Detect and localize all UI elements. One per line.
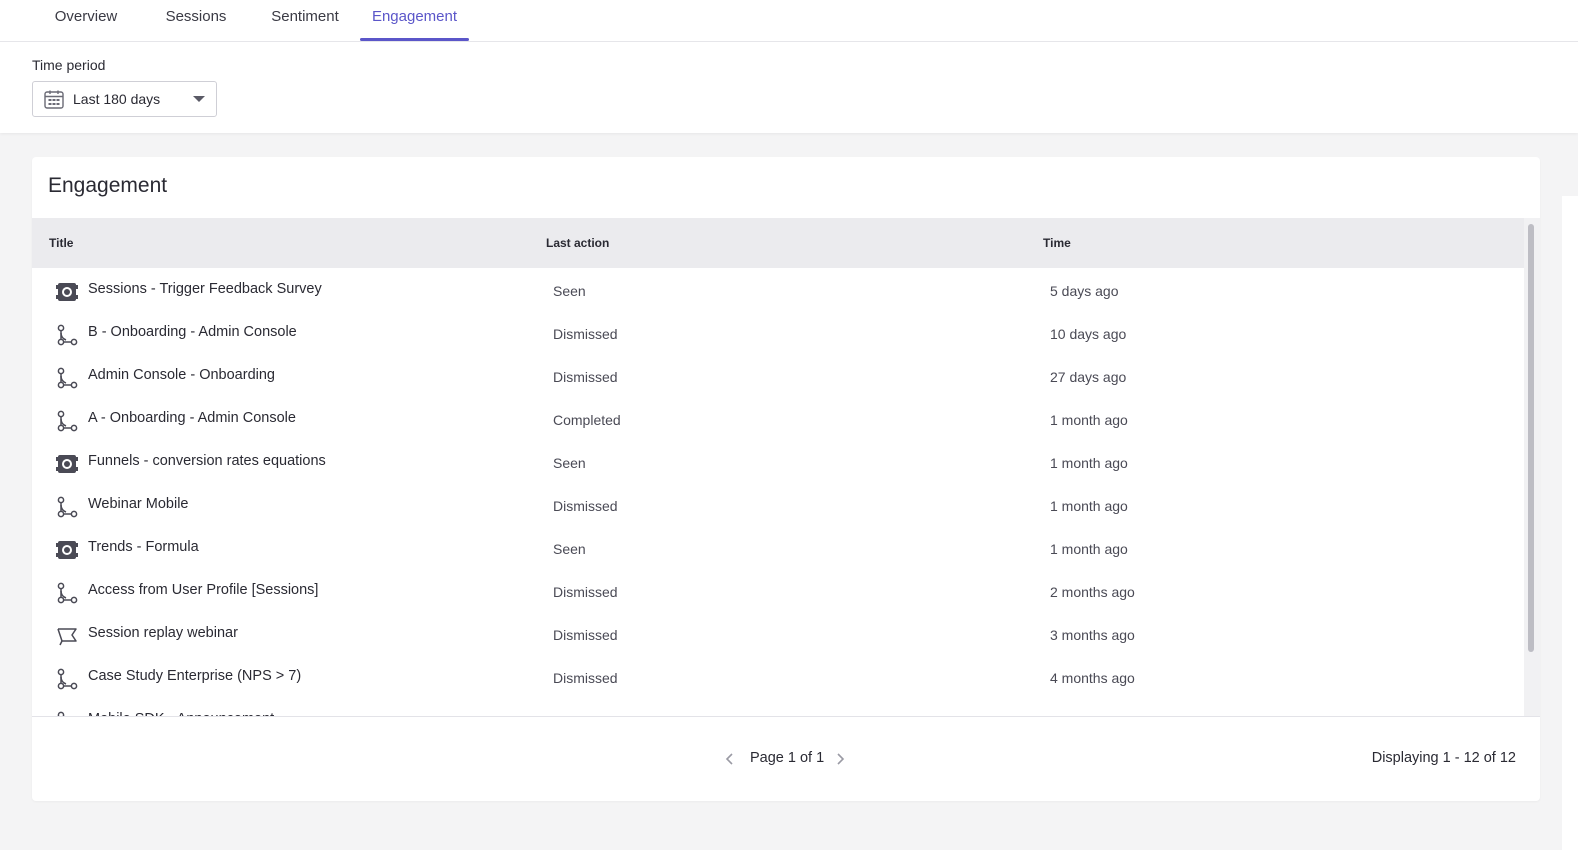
- row-title[interactable]: Mobile SDK - Announcement: [88, 711, 274, 716]
- display-count: Displaying 1 - 12 of 12: [1371, 750, 1516, 766]
- engagement-table: Title Last action Time Sessions - Trigge…: [32, 218, 1540, 717]
- row-last-action: Seen: [553, 541, 586, 557]
- table-row[interactable]: Webinar Mobile Dismissed 1 month ago: [32, 484, 1524, 527]
- tab-engagement[interactable]: Engagement: [360, 0, 469, 42]
- row-last-action: Dismissed: [553, 627, 618, 643]
- tab-overview[interactable]: Overview: [42, 0, 130, 42]
- row-last-action: Seen: [553, 283, 586, 299]
- row-time: 4 months ago: [1050, 713, 1135, 716]
- survey-icon: [56, 539, 78, 561]
- row-time: 10 days ago: [1050, 326, 1127, 342]
- row-title[interactable]: Sessions - Trigger Feedback Survey: [88, 281, 322, 297]
- table-row[interactable]: Session replay webinar Dismissed 3 months …: [32, 613, 1524, 656]
- time-period-label: Time period: [32, 57, 106, 73]
- row-last-action: Seen: [553, 455, 586, 471]
- table-row[interactable]: Funnels - conversion rates equations Seen…: [32, 441, 1524, 484]
- flow-icon: [56, 711, 78, 716]
- row-last-action: Dismissed: [553, 326, 618, 342]
- row-title[interactable]: Case Study Enterprise (NPS > 7): [88, 668, 301, 684]
- chevron-down-icon: [193, 96, 205, 102]
- chevron-right-icon[interactable]: [835, 752, 845, 766]
- row-last-action: Dismissed: [553, 369, 618, 385]
- row-time: 4 months ago: [1050, 670, 1135, 686]
- row-title[interactable]: Session replay webinar: [88, 625, 238, 641]
- header-panel: Overview Sessions Sentiment Engagement T…: [0, 0, 1578, 133]
- row-title[interactable]: Access from User Profile [Sessions]: [88, 582, 318, 598]
- row-last-action: Dismissed: [553, 670, 618, 686]
- table-row[interactable]: Mobile SDK - Announcement Completed 4 mont…: [32, 699, 1524, 716]
- table-row[interactable]: Access from User Profile [Sessions] Dismi…: [32, 570, 1524, 613]
- side-panel-edge: [1562, 196, 1578, 850]
- engagement-title: Engagement: [48, 174, 168, 197]
- flow-icon: [56, 367, 78, 389]
- row-title[interactable]: B - Onboarding - Admin Console: [88, 324, 297, 340]
- row-last-action: Dismissed: [553, 498, 618, 514]
- table-row[interactable]: A - Onboarding - Admin Console Completed 1…: [32, 398, 1524, 441]
- row-title[interactable]: Funnels - conversion rates equations: [88, 453, 326, 469]
- table-row[interactable]: Case Study Enterprise (NPS > 7) Dismissed…: [32, 656, 1524, 699]
- column-header-time[interactable]: Time: [1043, 236, 1071, 250]
- tab-sessions[interactable]: Sessions: [155, 0, 237, 42]
- row-time: 2 months ago: [1050, 584, 1135, 600]
- column-header-title[interactable]: Title: [49, 236, 73, 250]
- page-indicator: Page 1 of 1: [750, 750, 825, 766]
- table-header: Title Last action Time: [32, 218, 1524, 268]
- row-time: 1 month ago: [1050, 455, 1128, 471]
- row-last-action: Completed: [553, 713, 621, 716]
- row-time: 1 month ago: [1050, 541, 1128, 557]
- flow-icon: [56, 582, 78, 604]
- flow-icon: [56, 324, 78, 346]
- tab-bar: Overview Sessions Sentiment Engagement: [0, 0, 1578, 42]
- table-row[interactable]: Trends - Formula Seen 1 month ago: [32, 527, 1524, 570]
- chevron-left-icon[interactable]: [725, 752, 735, 766]
- tab-sentiment[interactable]: Sentiment: [259, 0, 351, 42]
- time-period-select[interactable]: Last 180 days: [32, 81, 217, 117]
- row-title[interactable]: A - Onboarding - Admin Console: [88, 410, 296, 426]
- row-time: 27 days ago: [1050, 369, 1127, 385]
- row-time: 1 month ago: [1050, 498, 1128, 514]
- engagement-card: Engagement Title Last action Time Sessio…: [32, 157, 1540, 801]
- pagination: Page 1 of 1 Displaying 1 - 12 of 12: [32, 747, 1540, 771]
- row-last-action: Completed: [553, 412, 621, 428]
- scrollbar-thumb[interactable]: [1528, 224, 1534, 652]
- flow-icon: [56, 496, 78, 518]
- table-row[interactable]: Sessions - Trigger Feedback Survey Seen 5 …: [32, 269, 1524, 312]
- row-time: 5 days ago: [1050, 283, 1119, 299]
- table-row[interactable]: B - Onboarding - Admin Console Dismissed 1…: [32, 312, 1524, 355]
- calendar-icon: [44, 90, 64, 109]
- row-time: 1 month ago: [1050, 412, 1128, 428]
- time-period-value: Last 180 days: [73, 91, 161, 107]
- survey-icon: [56, 281, 78, 303]
- banner-icon: [56, 625, 78, 647]
- table-row[interactable]: Admin Console - Onboarding Dismissed 27 da…: [32, 355, 1524, 398]
- flow-icon: [56, 410, 78, 432]
- column-header-last-action[interactable]: Last action: [546, 236, 609, 250]
- row-title[interactable]: Admin Console - Onboarding: [88, 367, 275, 383]
- row-title[interactable]: Webinar Mobile: [88, 496, 188, 512]
- scrollbar[interactable]: [1524, 218, 1540, 716]
- survey-icon: [56, 453, 78, 475]
- row-time: 3 months ago: [1050, 627, 1135, 643]
- row-title[interactable]: Trends - Formula: [88, 539, 199, 555]
- flow-icon: [56, 668, 78, 690]
- row-last-action: Dismissed: [553, 584, 618, 600]
